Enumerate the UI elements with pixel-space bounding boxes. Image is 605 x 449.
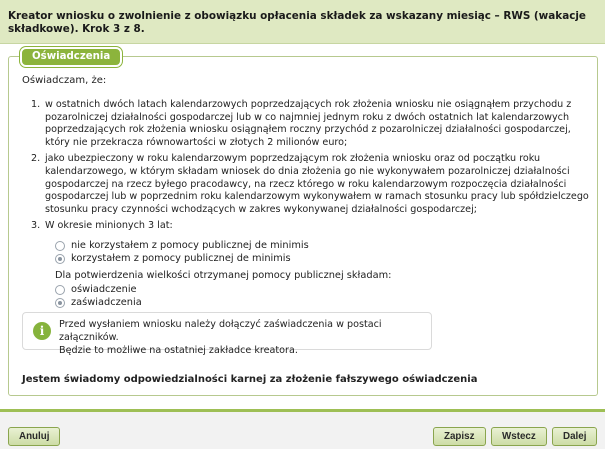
item-number: 2.	[31, 153, 41, 165]
item-text: W okresie minionych 3 lat:	[45, 220, 173, 232]
radio-statement[interactable]: oświadczenie	[55, 284, 137, 295]
declaration-text: Jestem świadomy odpowiedzialności karnej…	[22, 374, 478, 385]
item-number: 3.	[31, 220, 41, 232]
radio-label[interactable]: korzystałem z pomocy publicznej de minim…	[71, 253, 291, 264]
list-item: 3. W okresie minionych 3 lat:	[31, 220, 591, 233]
statements-list: 1. w ostatnich dwóch latach kalendarzowy…	[31, 99, 591, 237]
radio-no-de-minimis-button[interactable]	[55, 240, 65, 251]
back-button[interactable]: Wstecz	[491, 427, 547, 446]
item-text: jako ubezpieczony w roku kalendarzowym p…	[45, 153, 589, 215]
radio-label[interactable]: nie korzystałem z pomocy publicznej de m…	[71, 240, 309, 251]
radio-statement-button[interactable]	[55, 284, 65, 295]
tab-statements: Oświadczenia	[20, 47, 123, 67]
wizard-header: Kreator wniosku o zwolnienie z obowiązku…	[0, 0, 605, 44]
list-item: 1. w ostatnich dwóch latach kalendarzowy…	[31, 99, 591, 149]
radio-de-minimis[interactable]: korzystałem z pomocy publicznej de minim…	[55, 253, 291, 264]
info-text-line-2: Będzie to możliwe na ostatniej zakładce …	[59, 345, 298, 356]
item-text: w ostatnich dwóch latach kalendarzowych …	[45, 99, 572, 148]
info-icon: i	[33, 322, 51, 340]
radio-label[interactable]: zaświadczenia	[71, 297, 142, 308]
confirm-label: Dla potwierdzenia wielkości otrzymanej p…	[55, 270, 392, 281]
info-text-line-1: Przed wysłaniem wniosku należy dołączyć …	[59, 319, 382, 343]
statements-panel: Oświadczenia Oświadczam, że: 1. w ostatn…	[8, 47, 598, 396]
radio-de-minimis-button[interactable]	[55, 253, 65, 264]
list-item: 2. jako ubezpieczony w roku kalendarzowy…	[31, 153, 591, 216]
save-button[interactable]: Zapisz	[433, 427, 486, 446]
radio-certificates[interactable]: zaświadczenia	[55, 297, 142, 308]
radio-no-de-minimis[interactable]: nie korzystałem z pomocy publicznej de m…	[55, 240, 309, 251]
info-box: i Przed wysłaniem wniosku należy dołączy…	[22, 312, 432, 356]
next-button[interactable]: Dalej	[552, 427, 598, 446]
cancel-button[interactable]: Anuluj	[8, 427, 61, 446]
radio-label[interactable]: oświadczenie	[71, 284, 137, 295]
radio-certificates-button[interactable]	[55, 297, 65, 308]
intro-text: Oświadczam, że:	[22, 75, 107, 86]
wizard-title: Kreator wniosku o zwolnienie z obowiązku…	[8, 10, 586, 35]
item-number: 1.	[31, 99, 41, 110]
